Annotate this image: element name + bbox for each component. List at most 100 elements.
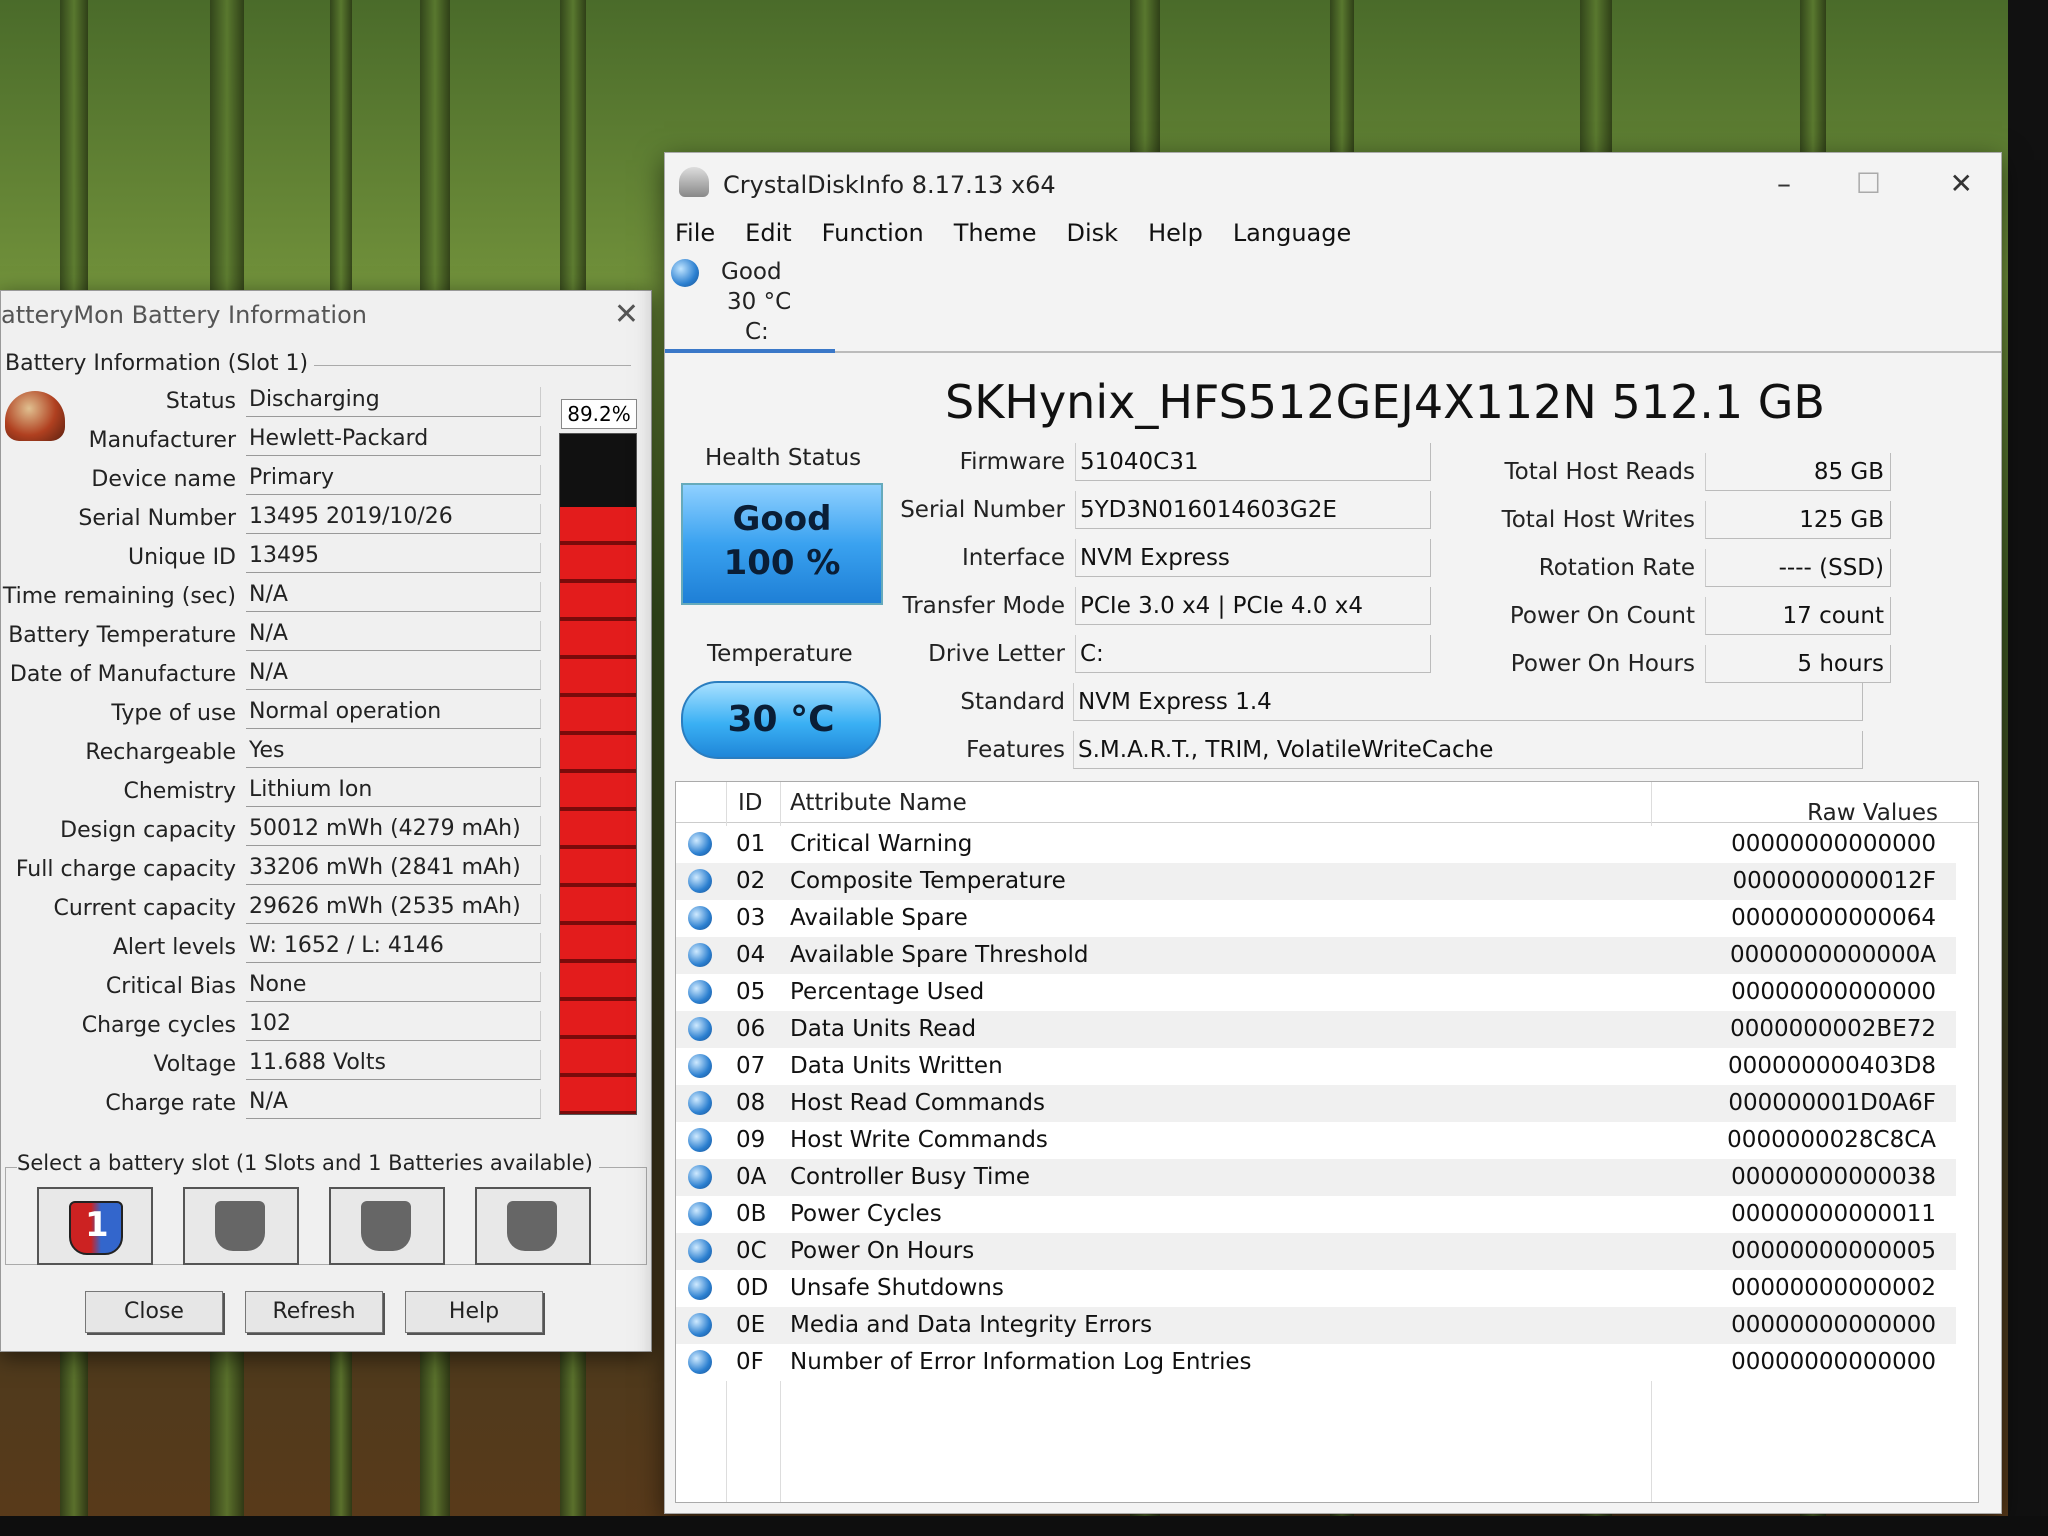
menu-theme[interactable]: Theme bbox=[954, 219, 1037, 247]
info-label: Firmware bbox=[959, 449, 1065, 475]
battery-field-row: Serial Number 13495 2019/10/26 bbox=[1, 504, 561, 538]
status-dot-icon bbox=[688, 906, 712, 930]
battery-slot-3[interactable] bbox=[329, 1187, 445, 1265]
table-row[interactable]: 06 Data Units Read 0000000002BE72 bbox=[676, 1011, 1956, 1048]
close-button[interactable]: ✕ bbox=[1950, 167, 1973, 200]
header-id[interactable]: ID bbox=[738, 790, 763, 816]
batterymon-window: atteryMon Battery Information ✕ Battery … bbox=[0, 290, 652, 1352]
table-row[interactable]: 01 Critical Warning 00000000000000 bbox=[676, 826, 1956, 863]
batterymon-close-icon[interactable]: ✕ bbox=[614, 297, 639, 332]
empty-battery-icon bbox=[507, 1201, 557, 1251]
battery-field-value: Normal operation bbox=[246, 699, 541, 729]
battery-field-label: Charge rate bbox=[105, 1091, 236, 1116]
table-row[interactable]: 04 Available Spare Threshold 0000000000000… bbox=[676, 937, 1956, 974]
battery-field-row: Design capacity 50012 mWh (4279 mAh) bbox=[1, 816, 561, 850]
table-row[interactable]: 09 Host Write Commands 0000000028C8CA bbox=[676, 1122, 1956, 1159]
attribute-id: 07 bbox=[736, 1053, 766, 1079]
table-row[interactable]: 07 Data Units Written 000000000403D8 bbox=[676, 1048, 1956, 1085]
menu-function[interactable]: Function bbox=[822, 219, 924, 247]
table-row[interactable]: 03 Available Spare 00000000000064 bbox=[676, 900, 1956, 937]
table-row[interactable]: 05 Percentage Used 00000000000000 bbox=[676, 974, 1956, 1011]
health-status-dot-icon bbox=[671, 259, 699, 287]
battery-field-label: Charge cycles bbox=[81, 1013, 236, 1038]
table-row[interactable]: 0D Unsafe Shutdowns 00000000000002 bbox=[676, 1270, 1956, 1307]
menu-disk[interactable]: Disk bbox=[1067, 219, 1119, 247]
help-button[interactable]: Help bbox=[405, 1291, 543, 1333]
battery-field-row: Manufacturer Hewlett-Packard bbox=[1, 426, 561, 460]
battery-field-row: Status Discharging bbox=[1, 387, 561, 421]
attribute-name: Unsafe Shutdowns bbox=[790, 1275, 1004, 1301]
health-percent: 100 % bbox=[723, 543, 841, 583]
info-value: 5 hours bbox=[1705, 645, 1891, 683]
battery-field-value: Primary bbox=[246, 465, 541, 495]
menu-language[interactable]: Language bbox=[1233, 219, 1351, 247]
table-row[interactable]: 0C Power On Hours 00000000000005 bbox=[676, 1233, 1956, 1270]
battery-field-row: Critical Bias None bbox=[1, 972, 561, 1006]
title-bar[interactable]: CrystalDiskInfo 8.17.13 x64 – ☐ ✕ bbox=[665, 153, 2001, 209]
maximize-button[interactable]: ☐ bbox=[1856, 167, 1881, 200]
raw-value: 00000000000000 bbox=[1731, 1312, 1936, 1338]
close-button[interactable]: Close bbox=[85, 1291, 223, 1333]
features-value: S.M.A.R.T., TRIM, VolatileWriteCache bbox=[1073, 731, 1863, 769]
status-dot-icon bbox=[688, 1128, 712, 1152]
battery-slot-2[interactable] bbox=[183, 1187, 299, 1265]
battery-field-label: Full charge capacity bbox=[15, 857, 236, 882]
table-row[interactable]: 02 Composite Temperature 0000000000012F bbox=[676, 863, 1956, 900]
attribute-id: 0D bbox=[736, 1275, 769, 1301]
info-label: Interface bbox=[962, 545, 1065, 571]
battery-field-label: Date of Manufacture bbox=[9, 662, 236, 687]
battery-slot-1[interactable]: 1 bbox=[37, 1187, 153, 1265]
battery-field-row: Time remaining (sec) N/A bbox=[1, 582, 561, 616]
raw-value: 00000000000000 bbox=[1731, 1349, 1936, 1375]
health-status-text: Good bbox=[732, 499, 832, 539]
battery-field-row: Charge cycles 102 bbox=[1, 1011, 561, 1045]
attribute-name: Media and Data Integrity Errors bbox=[790, 1312, 1153, 1338]
battery-field-value: 33206 mWh (2841 mAh) bbox=[246, 855, 541, 885]
header-raw-values[interactable]: Raw Values bbox=[1807, 800, 1938, 826]
attribute-name: Critical Warning bbox=[790, 831, 973, 857]
crystaldiskinfo-window: CrystalDiskInfo 8.17.13 x64 – ☐ ✕ File Ed… bbox=[664, 152, 2002, 1514]
menu-file[interactable]: File bbox=[675, 219, 715, 247]
battery-field-row: Type of use Normal operation bbox=[1, 699, 561, 733]
battery-field-row: Chemistry Lithium Ion bbox=[1, 777, 561, 811]
battery-field-label: Battery Temperature bbox=[8, 623, 236, 648]
status-dot-icon bbox=[688, 1313, 712, 1337]
battery-field-label: Type of use bbox=[111, 701, 236, 726]
attribute-name: Controller Busy Time bbox=[790, 1164, 1030, 1190]
header-attribute-name[interactable]: Attribute Name bbox=[790, 790, 967, 816]
status-dot-icon bbox=[688, 943, 712, 967]
battery-field-value: 50012 mWh (4279 mAh) bbox=[246, 816, 541, 846]
window-title: CrystalDiskInfo 8.17.13 x64 bbox=[723, 171, 1056, 199]
battery-slot-4[interactable] bbox=[475, 1187, 591, 1265]
battery-field-value: Hewlett-Packard bbox=[246, 426, 541, 456]
table-row[interactable]: 0F Number of Error Information Log Entrie… bbox=[676, 1344, 1956, 1381]
disk-name: SKHynix_HFS512GEJ4X112N 512.1 GB bbox=[945, 375, 1825, 429]
attribute-name: Data Units Written bbox=[790, 1053, 1003, 1079]
menu-help[interactable]: Help bbox=[1148, 219, 1203, 247]
disk-tab-c[interactable]: Good 30 °C C: bbox=[671, 253, 841, 353]
status-dot-icon bbox=[688, 832, 712, 856]
battery-field-label: Status bbox=[165, 389, 236, 414]
attribute-id: 0F bbox=[736, 1349, 764, 1375]
table-row[interactable]: 08 Host Read Commands 000000001D0A6F bbox=[676, 1085, 1956, 1122]
table-row[interactable]: 0A Controller Busy Time 00000000000038 bbox=[676, 1159, 1956, 1196]
battery-field-value: 13495 bbox=[246, 543, 541, 573]
battery-field-value: W: 1652 / L: 4146 bbox=[246, 933, 541, 963]
info-label: Drive Letter bbox=[928, 641, 1065, 667]
refresh-button[interactable]: Refresh bbox=[245, 1291, 383, 1333]
table-row[interactable]: 0E Media and Data Integrity Errors 0000000… bbox=[676, 1307, 1956, 1344]
table-row[interactable]: 0B Power Cycles 00000000000011 bbox=[676, 1196, 1956, 1233]
minimize-button[interactable]: – bbox=[1777, 167, 1791, 200]
status-dot-icon bbox=[688, 980, 712, 1004]
disk-tab-health: Good bbox=[721, 259, 782, 285]
info-value: 85 GB bbox=[1705, 453, 1891, 491]
status-dot-icon bbox=[688, 1276, 712, 1300]
battery-field-row: Voltage 11.688 Volts bbox=[1, 1050, 561, 1084]
menu-edit[interactable]: Edit bbox=[745, 219, 791, 247]
info-label: Serial Number bbox=[900, 497, 1065, 523]
health-status-button[interactable]: Good 100 % bbox=[681, 483, 883, 605]
info-label: Power On Count bbox=[1509, 603, 1695, 629]
temperature-button[interactable]: 30 °C bbox=[681, 681, 881, 759]
raw-value: 0000000002BE72 bbox=[1730, 1016, 1936, 1042]
battery-field-label: Chemistry bbox=[123, 779, 236, 804]
